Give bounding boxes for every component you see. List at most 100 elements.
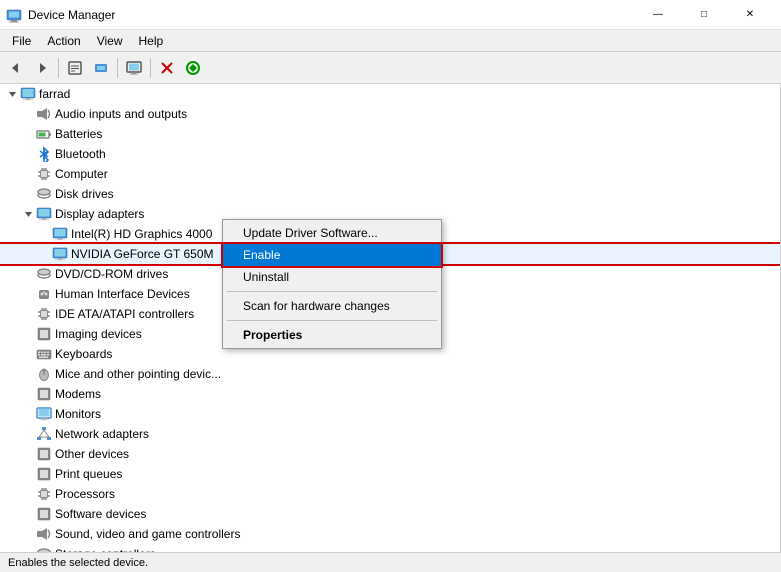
item-label-mice: Mice and other pointing devic... bbox=[55, 367, 221, 381]
ctx-item-properties[interactable]: Properties bbox=[223, 324, 441, 346]
tree-item-storage[interactable]: Storage controllers bbox=[0, 544, 780, 552]
tree-item-computer[interactable]: Computer bbox=[0, 164, 780, 184]
item-label-printq: Print queues bbox=[55, 467, 122, 481]
expand-icon-storage[interactable] bbox=[20, 546, 36, 552]
expand-icon-nvidia[interactable] bbox=[36, 246, 52, 262]
menu-action[interactable]: Action bbox=[39, 32, 88, 50]
item-label-nvidia: NVIDIA GeForce GT 650M bbox=[71, 247, 214, 261]
toolbar-uninstall[interactable] bbox=[155, 56, 179, 80]
tree-item-batteries[interactable]: Batteries bbox=[0, 124, 780, 144]
expand-icon-intel_hd[interactable] bbox=[36, 226, 52, 242]
window-title: Device Manager bbox=[28, 8, 115, 22]
item-icon-sound bbox=[36, 526, 52, 542]
expand-icon-other[interactable] bbox=[20, 446, 36, 462]
expand-icon-root[interactable] bbox=[4, 86, 20, 102]
item-label-keyboards: Keyboards bbox=[55, 347, 112, 361]
expand-icon-mice[interactable] bbox=[20, 366, 36, 382]
status-text: Enables the selected device. bbox=[8, 557, 148, 569]
tree-item-printq[interactable]: Print queues bbox=[0, 464, 780, 484]
item-icon-root bbox=[20, 86, 36, 102]
expand-icon-diskdrives[interactable] bbox=[20, 186, 36, 202]
expand-icon-batteries[interactable] bbox=[20, 126, 36, 142]
toolbar-back[interactable] bbox=[4, 56, 28, 80]
toolbar-monitor[interactable] bbox=[122, 56, 146, 80]
tree-item-root[interactable]: farrad bbox=[0, 84, 780, 104]
tree-item-other[interactable]: Other devices bbox=[0, 444, 780, 464]
ctx-item-enable[interactable]: Enable bbox=[223, 244, 441, 266]
tree-item-network[interactable]: Network adapters bbox=[0, 424, 780, 444]
toolbar-update[interactable] bbox=[89, 56, 113, 80]
expand-icon-keyboards[interactable] bbox=[20, 346, 36, 362]
expand-icon-monitors[interactable] bbox=[20, 406, 36, 422]
toolbar-scan[interactable] bbox=[181, 56, 205, 80]
expand-icon-displayadapters[interactable] bbox=[20, 206, 36, 222]
tree-item-modems[interactable]: Modems bbox=[0, 384, 780, 404]
tree-item-software[interactable]: Software devices bbox=[0, 504, 780, 524]
item-icon-storage bbox=[36, 546, 52, 552]
item-label-audio: Audio inputs and outputs bbox=[55, 107, 187, 121]
item-icon-network bbox=[36, 426, 52, 442]
expand-icon-network[interactable] bbox=[20, 426, 36, 442]
toolbar-sep-2 bbox=[117, 58, 118, 78]
ctx-item-scan-for-hardware-changes[interactable]: Scan for hardware changes bbox=[223, 295, 441, 317]
item-label-displayadapters: Display adapters bbox=[55, 207, 144, 221]
item-icon-printq bbox=[36, 466, 52, 482]
title-bar-left: Device Manager bbox=[6, 7, 115, 23]
minimize-button[interactable]: — bbox=[635, 0, 681, 30]
item-icon-computer bbox=[36, 166, 52, 182]
window-controls: — □ ✕ bbox=[635, 0, 773, 30]
toolbar-forward[interactable] bbox=[30, 56, 54, 80]
close-button[interactable]: ✕ bbox=[727, 0, 773, 30]
title-bar: Device Manager — □ ✕ bbox=[0, 0, 781, 30]
item-label-hid: Human Interface Devices bbox=[55, 287, 190, 301]
item-icon-modems bbox=[36, 386, 52, 402]
item-icon-ide bbox=[36, 306, 52, 322]
item-icon-intel_hd bbox=[52, 226, 68, 242]
expand-icon-software[interactable] bbox=[20, 506, 36, 522]
item-icon-nvidia bbox=[52, 246, 68, 262]
expand-icon-imaging[interactable] bbox=[20, 326, 36, 342]
tree-item-monitors[interactable]: Monitors bbox=[0, 404, 780, 424]
menu-view[interactable]: View bbox=[89, 32, 131, 50]
item-label-batteries: Batteries bbox=[55, 127, 102, 141]
item-label-modems: Modems bbox=[55, 387, 101, 401]
maximize-button[interactable]: □ bbox=[681, 0, 727, 30]
item-label-network: Network adapters bbox=[55, 427, 149, 441]
expand-icon-processors[interactable] bbox=[20, 486, 36, 502]
toolbar-properties[interactable] bbox=[63, 56, 87, 80]
expand-icon-modems[interactable] bbox=[20, 386, 36, 402]
ctx-item-update-driver-software---[interactable]: Update Driver Software... bbox=[223, 222, 441, 244]
expand-icon-bluetooth[interactable] bbox=[20, 146, 36, 162]
expand-icon-computer[interactable] bbox=[20, 166, 36, 182]
item-label-monitors: Monitors bbox=[55, 407, 101, 421]
expand-icon-hid[interactable] bbox=[20, 286, 36, 302]
item-icon-diskdrives bbox=[36, 186, 52, 202]
item-label-other: Other devices bbox=[55, 447, 129, 461]
tree-item-audio[interactable]: Audio inputs and outputs bbox=[0, 104, 780, 124]
item-icon-batteries bbox=[36, 126, 52, 142]
item-label-dvd: DVD/CD-ROM drives bbox=[55, 267, 168, 281]
expand-icon-dvd[interactable] bbox=[20, 266, 36, 282]
expand-icon-audio[interactable] bbox=[20, 106, 36, 122]
item-icon-processors bbox=[36, 486, 52, 502]
tree-item-bluetooth[interactable]: Bluetooth bbox=[0, 144, 780, 164]
tree-item-processors[interactable]: Processors bbox=[0, 484, 780, 504]
tree-item-sound[interactable]: Sound, video and game controllers bbox=[0, 524, 780, 544]
item-label-intel_hd: Intel(R) HD Graphics 4000 bbox=[71, 227, 212, 241]
item-icon-bluetooth bbox=[36, 146, 52, 162]
menu-help[interactable]: Help bbox=[131, 32, 172, 50]
item-label-computer: Computer bbox=[55, 167, 108, 181]
toolbar-sep-1 bbox=[58, 58, 59, 78]
tree-item-diskdrives[interactable]: Disk drives bbox=[0, 184, 780, 204]
ctx-item-uninstall[interactable]: Uninstall bbox=[223, 266, 441, 288]
item-icon-other bbox=[36, 446, 52, 462]
item-icon-keyboards bbox=[36, 346, 52, 362]
expand-icon-sound[interactable] bbox=[20, 526, 36, 542]
menu-file[interactable]: File bbox=[4, 32, 39, 50]
expand-icon-printq[interactable] bbox=[20, 466, 36, 482]
tree-item-mice[interactable]: Mice and other pointing devic... bbox=[0, 364, 780, 384]
expand-icon-ide[interactable] bbox=[20, 306, 36, 322]
item-label-imaging: Imaging devices bbox=[55, 327, 142, 341]
item-label-processors: Processors bbox=[55, 487, 115, 501]
toolbar bbox=[0, 52, 781, 84]
